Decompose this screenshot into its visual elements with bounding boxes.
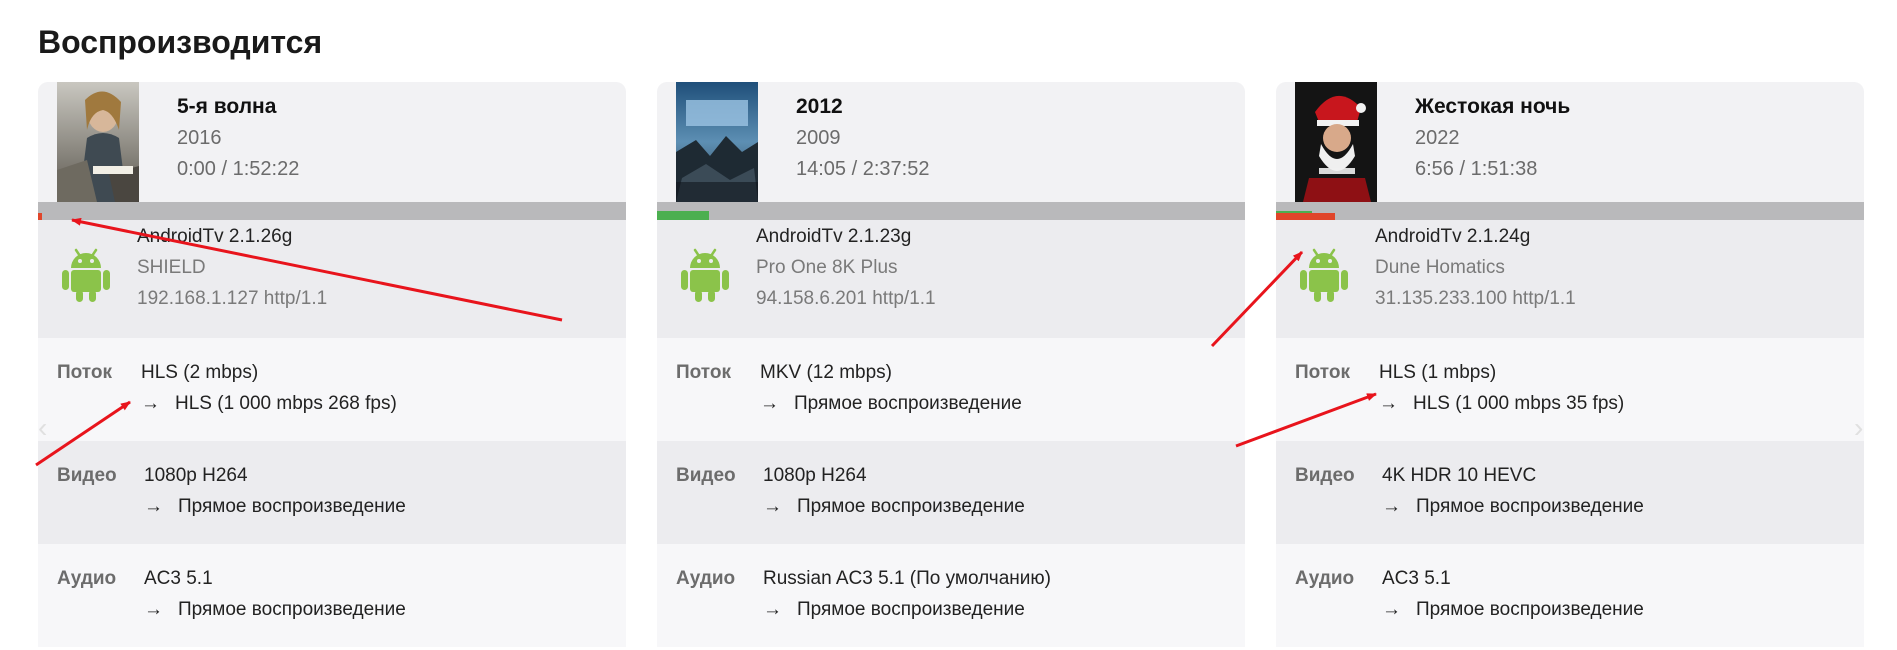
audio-target: Прямое воспроизведение: [797, 599, 1025, 620]
stream-source: HLS (1 mbps): [1379, 362, 1497, 383]
card-header[interactable]: Жестокая ночь 2022 6:56 / 1:51:38: [1276, 82, 1864, 202]
arrow-right-icon: →: [141, 393, 160, 414]
video-target: Прямое воспроизведение: [178, 496, 406, 517]
card-header[interactable]: 5-я волна 2016 0:00 / 1:52:22: [38, 82, 626, 202]
arrow-right-icon: →: [763, 496, 782, 517]
progress-bar: [1276, 202, 1864, 220]
progress-bar: [657, 202, 1245, 220]
playback-time: 6:56 / 1:51:38: [1415, 158, 1538, 180]
device-client: AndroidTv 2.1.23g: [756, 226, 912, 247]
device-name: Dune Homatics: [1375, 257, 1505, 278]
movie-poster[interactable]: [57, 82, 139, 202]
audio-label: Аудио: [676, 568, 736, 589]
movie-poster[interactable]: [676, 82, 758, 202]
playback-progress: [38, 213, 42, 220]
playback-progress: [1276, 213, 1335, 220]
stream-row: Поток HLS (2 mbps) → HLS (1 000 mbps 268 …: [38, 338, 626, 441]
stream-row: Поток MKV (12 mbps) → Прямое воспроизведе…: [657, 338, 1245, 441]
stream-label: Поток: [676, 362, 731, 383]
movie-title[interactable]: 5-я волна: [177, 95, 276, 119]
device-address: 192.168.1.127 http/1.1: [137, 288, 328, 309]
device-info: AndroidTv 2.1.26g SHIELD 192.168.1.127 h…: [38, 220, 626, 338]
audio-label: Аудио: [57, 568, 117, 589]
audio-source: Russian AC3 5.1 (По умолчанию): [763, 568, 1051, 589]
video-row: Видео 1080p H264 → Прямое воспроизведение: [657, 441, 1245, 544]
buffer-progress: [657, 211, 710, 220]
playback-time: 0:00 / 1:52:22: [177, 158, 300, 180]
playback-time: 14:05 / 2:37:52: [796, 158, 930, 180]
arrow-right-icon: →: [760, 393, 779, 414]
audio-row: Аудио AC3 5.1 → Прямое воспроизведение: [38, 544, 626, 647]
stream-label: Поток: [1295, 362, 1350, 383]
device-info: AndroidTv 2.1.24g Dune Homatics 31.135.2…: [1276, 220, 1864, 338]
arrow-right-icon: →: [763, 599, 782, 620]
audio-row: Аудио AC3 5.1 → Прямое воспроизведение: [1276, 544, 1864, 647]
session-card[interactable]: Жестокая ночь 2022 6:56 / 1:51:38 Androi…: [1276, 82, 1864, 650]
video-target: Прямое воспроизведение: [1416, 496, 1644, 517]
audio-target: Прямое воспроизведение: [1416, 599, 1644, 620]
video-source: 1080p H264: [144, 465, 248, 486]
chevron-left-icon[interactable]: ‹: [38, 412, 47, 444]
video-row: Видео 4K HDR 10 HEVC → Прямое воспроизвед…: [1276, 441, 1864, 544]
device-address: 31.135.233.100 http/1.1: [1375, 288, 1576, 309]
card-header[interactable]: 2012 2009 14:05 / 2:37:52: [657, 82, 1245, 202]
device-name: Pro One 8K Plus: [756, 257, 898, 278]
stream-source: HLS (2 mbps): [141, 362, 259, 383]
video-label: Видео: [57, 465, 117, 486]
audio-label: Аудио: [1295, 568, 1355, 589]
android-icon: [62, 248, 110, 302]
video-label: Видео: [1295, 465, 1355, 486]
arrow-right-icon: →: [1379, 393, 1398, 414]
audio-target: Прямое воспроизведение: [178, 599, 406, 620]
device-info: AndroidTv 2.1.23g Pro One 8K Plus 94.158…: [657, 220, 1245, 338]
movie-poster[interactable]: [1295, 82, 1377, 202]
video-source: 1080p H264: [763, 465, 867, 486]
movie-year: 2022: [1415, 127, 1460, 149]
arrow-right-icon: →: [1382, 496, 1401, 517]
android-icon: [681, 248, 729, 302]
session-card[interactable]: 2012 2009 14:05 / 2:37:52 AndroidTv 2.1.…: [657, 82, 1245, 650]
audio-row: Аудио Russian AC3 5.1 (По умолчанию) → Пр…: [657, 544, 1245, 647]
arrow-right-icon: →: [144, 599, 163, 620]
device-client: AndroidTv 2.1.26g: [137, 226, 293, 247]
arrow-right-icon: →: [1382, 599, 1401, 620]
android-icon: [1300, 248, 1348, 302]
video-source: 4K HDR 10 HEVC: [1382, 465, 1537, 486]
video-row: Видео 1080p H264 → Прямое воспроизведение: [38, 441, 626, 544]
stream-label: Поток: [57, 362, 112, 383]
arrow-right-icon: →: [144, 496, 163, 517]
audio-source: AC3 5.1: [144, 568, 213, 589]
stream-target: Прямое воспроизведение: [794, 393, 1022, 414]
video-label: Видео: [676, 465, 736, 486]
movie-year: 2016: [177, 127, 222, 149]
stream-row: Поток HLS (1 mbps) → HLS (1 000 mbps 35 f…: [1276, 338, 1864, 441]
movie-year: 2009: [796, 127, 841, 149]
session-card[interactable]: 5-я волна 2016 0:00 / 1:52:22 AndroidTv …: [38, 82, 626, 650]
audio-source: AC3 5.1: [1382, 568, 1451, 589]
chevron-right-icon[interactable]: ›: [1854, 412, 1863, 444]
progress-bar: [38, 202, 626, 220]
stream-target: HLS (1 000 mbps 35 fps): [1413, 393, 1625, 414]
movie-title[interactable]: 2012: [796, 95, 843, 119]
device-client: AndroidTv 2.1.24g: [1375, 226, 1531, 247]
movie-title[interactable]: Жестокая ночь: [1415, 95, 1570, 119]
device-name: SHIELD: [137, 257, 206, 278]
device-address: 94.158.6.201 http/1.1: [756, 288, 936, 309]
stream-target: HLS (1 000 mbps 268 fps): [175, 393, 397, 414]
stream-source: MKV (12 mbps): [760, 362, 892, 383]
page-title: Воспроизводится: [38, 24, 323, 60]
video-target: Прямое воспроизведение: [797, 496, 1025, 517]
